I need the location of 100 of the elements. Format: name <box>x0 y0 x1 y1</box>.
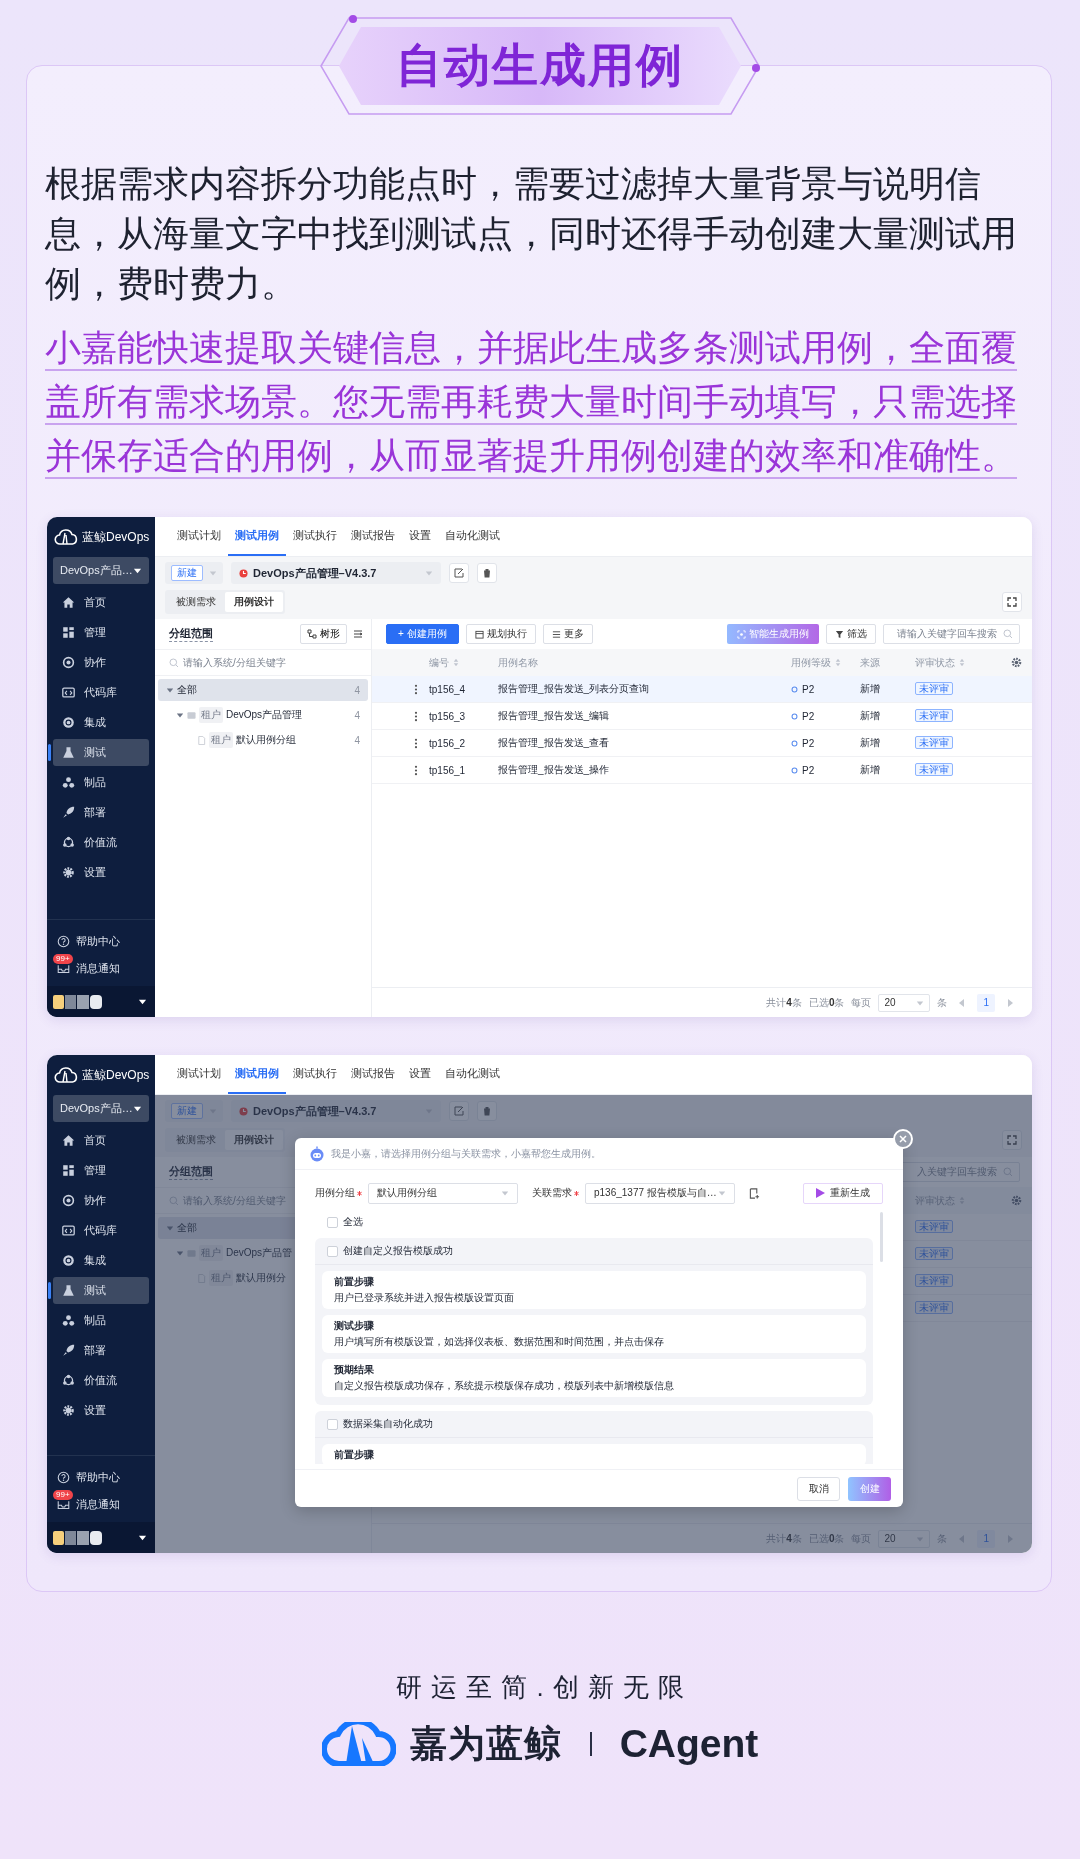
tree-view-button[interactable]: 树形 <box>300 624 347 644</box>
nav-item[interactable]: 部署 <box>53 799 149 826</box>
version-select[interactable]: DevOps产品管理–V4.3.7 <box>231 562 441 584</box>
help-link[interactable]: 帮助中心 <box>53 1464 149 1491</box>
tab[interactable]: 自动化测试 <box>438 517 507 556</box>
caret-icon[interactable] <box>166 686 174 694</box>
table-row[interactable]: tp156_1 报告管理_报告发送_操作 P2 新增 未评审 <box>372 757 1032 784</box>
rocket-icon <box>62 806 75 819</box>
page-size-select[interactable]: 20 <box>878 1529 931 1548</box>
table-cell-text: 报告管理_报告发送_操作 <box>498 763 611 777</box>
caret-icon[interactable] <box>176 711 184 719</box>
caret-icon <box>138 1533 147 1542</box>
nav-item[interactable]: 价值流 <box>53 1367 149 1394</box>
search-field[interactable]: 请输入系统/分组关键字 <box>155 649 371 676</box>
notification-link[interactable]: 消息通知 99+ <box>53 955 149 982</box>
tenant-tag: 租户 <box>199 707 223 723</box>
nav-item[interactable]: 集成 <box>53 1247 149 1274</box>
grid-icon <box>62 626 75 639</box>
tab[interactable]: 测试报告 <box>344 517 402 556</box>
select-field[interactable]: 默认用例分组 <box>368 1182 518 1204</box>
table-row[interactable]: tp156_3 报告管理_报告发送_编辑 P2 新增 未评审 <box>372 703 1032 730</box>
settings-icon[interactable] <box>1010 1195 1022 1206</box>
tab[interactable]: 测试用例 <box>228 1055 286 1094</box>
checkbox[interactable] <box>327 1245 338 1257</box>
table-row[interactable]: tp156_2 报告管理_报告发送_查看 P2 新增 未评审 <box>372 730 1032 757</box>
page-size-select[interactable]: 20 <box>878 993 931 1012</box>
caret-icon <box>425 569 433 577</box>
tree-row[interactable]: 租户 默认用例分组 4 <box>158 729 368 751</box>
create-case-button[interactable]: + 创建用例 <box>386 624 459 644</box>
calendar-icon <box>474 629 484 639</box>
tab[interactable]: 设置 <box>402 1055 438 1094</box>
tab[interactable]: 测试计划 <box>170 517 228 556</box>
settings-icon[interactable] <box>1010 657 1022 668</box>
nav-item[interactable]: 代码库 <box>53 679 149 706</box>
grid-icon <box>62 1164 75 1177</box>
fullscreen-button[interactable] <box>1002 1129 1022 1150</box>
nav-item[interactable]: 部署 <box>53 1337 149 1364</box>
tree-row[interactable]: 全部 4 <box>158 679 368 701</box>
table-row[interactable]: tp156_4 报告管理_报告发送_列表分页查询 P2 新增 未评审 <box>372 676 1032 703</box>
kebab-icon[interactable] <box>413 764 418 776</box>
nav-item[interactable]: 制品 <box>53 769 149 796</box>
priority-label: P2 <box>802 683 815 695</box>
help-icon <box>57 935 70 948</box>
cancel-button[interactable]: 取消 <box>797 1476 840 1501</box>
kebab-icon[interactable] <box>413 710 418 722</box>
nav-item[interactable]: 价值流 <box>53 829 149 856</box>
tab[interactable]: 测试计划 <box>170 1055 228 1094</box>
step-title: 前置步骤 <box>334 1449 375 1461</box>
rings-icon <box>62 656 75 669</box>
version-select[interactable]: DevOps产品管理–V4.3.7 <box>231 1100 441 1122</box>
tree-row[interactable]: 租户 DevOps产品管理 4 <box>158 704 368 726</box>
edit-button[interactable] <box>449 563 469 583</box>
delete-button[interactable] <box>477 563 497 583</box>
project-select[interactable]: DevOps产品… <box>53 557 149 584</box>
tab[interactable]: 用例设计 <box>225 591 283 612</box>
tab[interactable]: 被测需求 <box>167 591 225 612</box>
tab[interactable]: 测试用例 <box>228 517 286 556</box>
tab[interactable]: 测试报告 <box>344 1055 402 1094</box>
more-button[interactable]: 更多 <box>542 624 593 644</box>
nav-item[interactable]: 制品 <box>53 1307 149 1334</box>
tab[interactable]: 设置 <box>402 517 438 556</box>
nav-item[interactable]: 协作 <box>53 1187 149 1214</box>
nav-item[interactable]: 管理 <box>53 619 149 646</box>
search-field[interactable]: 请输入关键字回车搜索 <box>883 624 1020 644</box>
tab[interactable]: 用例设计 <box>225 1129 283 1150</box>
tab[interactable]: 测试执行 <box>286 517 344 556</box>
fullscreen-button[interactable] <box>1002 591 1022 612</box>
select-field[interactable]: p136_1377 报告模版与自… <box>585 1182 735 1204</box>
nav-item[interactable]: 管理 <box>53 1157 149 1184</box>
notification-link[interactable]: 消息通知 99+ <box>53 1491 149 1518</box>
nav-item[interactable]: 首页 <box>53 1127 149 1154</box>
nav-item[interactable]: 设置 <box>53 859 149 886</box>
unit-label: 条 <box>937 995 948 1010</box>
new-button[interactable]: 新建 <box>171 565 203 581</box>
kebab-icon[interactable] <box>413 737 418 749</box>
filter-button[interactable]: 筛选 <box>826 624 876 644</box>
nav-item[interactable]: 集成 <box>53 709 149 736</box>
nav-item[interactable]: 协作 <box>53 649 149 676</box>
checkbox[interactable] <box>327 1216 338 1228</box>
page-number[interactable]: 1 <box>977 993 995 1012</box>
regenerate-button[interactable]: 重新生成 <box>803 1182 883 1204</box>
nav-item[interactable]: 设置 <box>53 1397 149 1424</box>
help-link[interactable]: 帮助中心 <box>53 928 149 955</box>
plan-run-button[interactable]: 规划执行 <box>465 624 536 644</box>
play-icon <box>816 1188 825 1198</box>
nav-item[interactable]: 代码库 <box>53 1217 149 1244</box>
caret-icon[interactable] <box>166 1224 174 1232</box>
search-icon <box>1003 629 1013 639</box>
nav-item[interactable]: 首页 <box>53 589 149 616</box>
caret-icon[interactable] <box>176 1249 184 1257</box>
edit-button[interactable] <box>449 1101 469 1121</box>
tab[interactable]: 测试执行 <box>286 1055 344 1094</box>
tab[interactable]: 自动化测试 <box>438 1055 507 1094</box>
priority-label: P2 <box>802 737 815 749</box>
checkbox[interactable] <box>327 1418 338 1430</box>
project-select[interactable]: DevOps产品… <box>53 1095 149 1122</box>
rings-icon <box>62 1194 75 1207</box>
list-icon[interactable] <box>353 629 363 639</box>
kebab-icon[interactable] <box>413 683 418 695</box>
document-icon[interactable] <box>749 1187 760 1199</box>
